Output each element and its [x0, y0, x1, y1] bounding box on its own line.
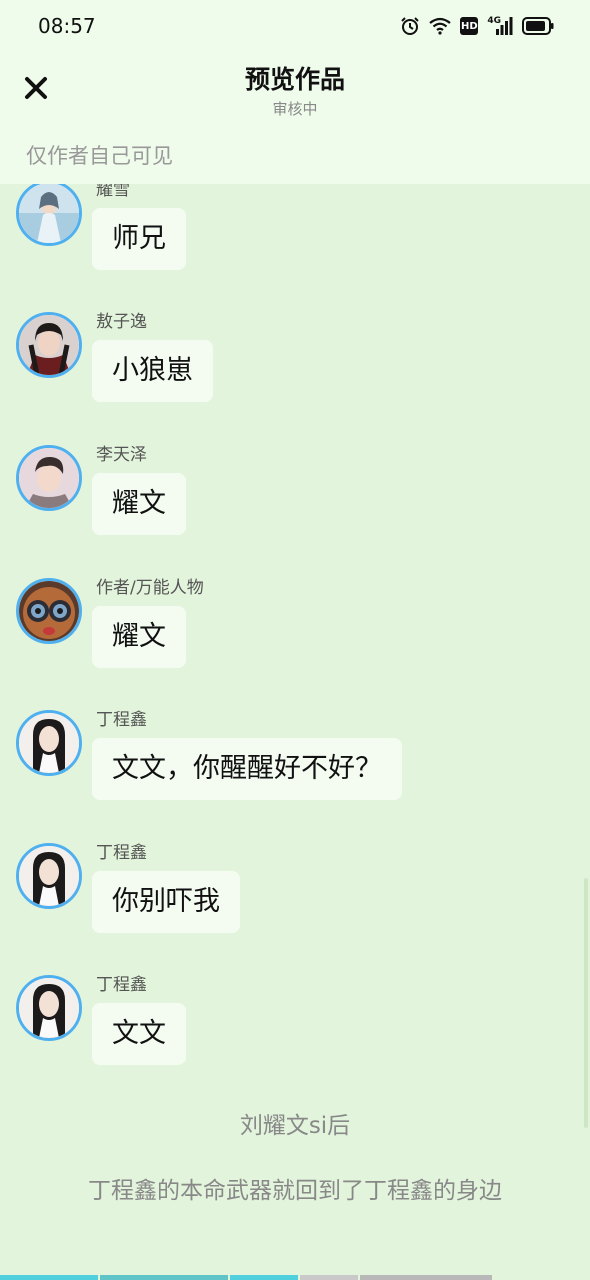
- hd-icon: HD: [460, 17, 479, 35]
- speaker-name: 李天泽: [96, 445, 147, 465]
- narration-line: 刘耀文si后: [239, 1113, 351, 1139]
- top-panel: 08:57 HD 4G 预览作品 审核中 仅作者自己可见: [0, 0, 590, 184]
- progress-segment: [300, 1275, 358, 1280]
- signal-4g-icon: 4G: [487, 17, 513, 35]
- reading-progress: [0, 1275, 590, 1280]
- progress-segment: [230, 1275, 298, 1280]
- speaker-name: 耀雪: [96, 184, 130, 200]
- message-bubble[interactable]: 文文，你醒醒好不好？: [92, 738, 402, 800]
- status-icons: HD 4G: [400, 14, 554, 38]
- message-bubble[interactable]: 你别吓我: [92, 871, 240, 933]
- message-bubble[interactable]: 师兄: [92, 208, 186, 270]
- progress-segment: [0, 1275, 98, 1280]
- speaker-name: 丁程鑫: [96, 843, 147, 863]
- message-row: 作者/万能人物 耀文: [16, 578, 576, 688]
- message-bubble[interactable]: 耀文: [92, 473, 186, 535]
- status-bar: 08:57 HD 4G: [0, 0, 590, 52]
- wifi-icon: [429, 17, 452, 35]
- narration-line: 丁程鑫的本命武器就回到了丁程鑫的身边: [88, 1178, 502, 1204]
- visibility-note: 仅作者自己可见: [26, 144, 173, 168]
- message-bubble[interactable]: 耀文: [92, 606, 186, 668]
- speaker-name: 作者/万能人物: [96, 578, 204, 598]
- speaker-name: 丁程鑫: [96, 975, 147, 995]
- speaker-name: 丁程鑫: [96, 710, 147, 730]
- status-time: 08:57: [38, 14, 96, 38]
- progress-segment: [360, 1275, 492, 1280]
- chat-feed[interactable]: 耀雪 师兄 敖子逸 小狼崽 李天泽 耀文 作者/万能人物 耀文 丁程鑫 文文，你…: [0, 184, 590, 1280]
- message-row: 李天泽 耀文: [16, 445, 576, 555]
- review-status: 审核中: [272, 100, 318, 118]
- message-row: 丁程鑫 文文，你醒醒好不好？: [16, 710, 576, 820]
- message-bubble[interactable]: 小狼崽: [92, 340, 213, 402]
- header: 预览作品 审核中: [0, 52, 590, 132]
- progress-segment: [100, 1275, 228, 1280]
- avatar[interactable]: [16, 445, 82, 511]
- avatar[interactable]: [16, 710, 82, 776]
- message-bubble[interactable]: 文文: [92, 1003, 186, 1065]
- avatar[interactable]: [16, 843, 82, 909]
- speaker-name: 敖子逸: [96, 312, 147, 332]
- battery-icon: [522, 17, 554, 35]
- avatar[interactable]: [16, 312, 82, 378]
- page-title: 预览作品: [244, 65, 345, 94]
- message-row: 丁程鑫 文文: [16, 975, 576, 1085]
- alarm-icon: [400, 16, 420, 36]
- message-row: 敖子逸 小狼崽: [16, 312, 576, 422]
- avatar[interactable]: [16, 184, 82, 246]
- scrollbar[interactable]: [584, 878, 588, 1128]
- avatar[interactable]: [16, 578, 82, 644]
- avatar[interactable]: [16, 975, 82, 1041]
- message-row: 丁程鑫 你别吓我: [16, 843, 576, 953]
- message-row: 耀雪 师兄: [16, 184, 576, 290]
